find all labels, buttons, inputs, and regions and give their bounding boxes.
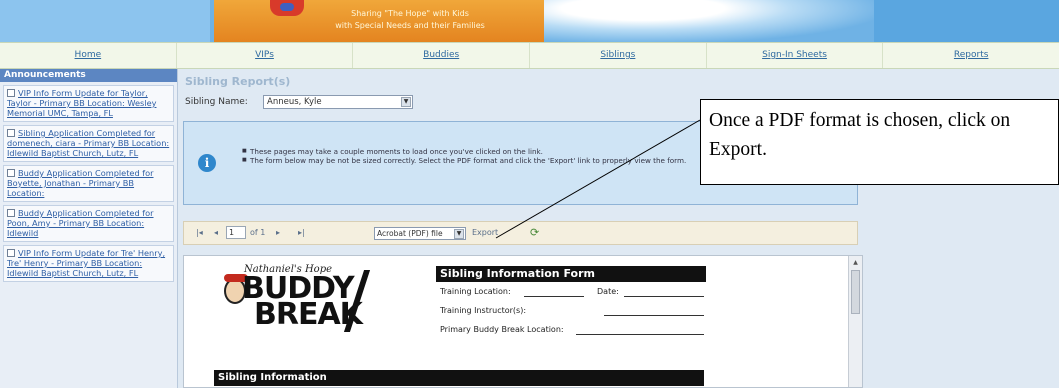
nav-buddies[interactable]: Buddies bbox=[353, 43, 531, 68]
announcement-text[interactable]: Sibling Application Completed for domene… bbox=[7, 128, 169, 158]
training-instructor-label: Training Instructor(s): bbox=[440, 306, 527, 315]
announcement-text[interactable]: VIP Info Form Update for Tre' Henry, Tre… bbox=[7, 248, 165, 278]
sibling-name-label: Sibling Name: bbox=[185, 97, 248, 107]
banner-wave-left bbox=[0, 0, 210, 42]
primary-location-rule bbox=[576, 334, 704, 335]
scroll-up-icon[interactable]: ▲ bbox=[851, 258, 860, 267]
announcement-item[interactable]: VIP Info Form Update for Taylor, Taylor … bbox=[3, 85, 174, 122]
refresh-icon[interactable]: ⟳ bbox=[530, 227, 539, 239]
report-toolbar: |◂ ◂ 1 of 1 ▸ ▸| Acrobat (PDF) file ▼ Ex… bbox=[183, 221, 858, 245]
announcement-item[interactable]: VIP Info Form Update for Tre' Henry, Tre… bbox=[3, 245, 174, 282]
next-page-button[interactable]: ▸ bbox=[276, 227, 280, 239]
tagline-line-2: with Special Needs and their Families bbox=[335, 21, 485, 30]
first-page-button[interactable]: |◂ bbox=[196, 227, 203, 239]
form-title: Sibling Information Form bbox=[436, 266, 706, 282]
announcement-item[interactable]: Buddy Application Completed for Poon, Am… bbox=[3, 205, 174, 242]
export-format-select[interactable]: Acrobat (PDF) file ▼ bbox=[374, 227, 466, 240]
announcement-item[interactable]: Sibling Application Completed for domene… bbox=[3, 125, 174, 162]
export-format-value: Acrobat (PDF) file bbox=[377, 229, 443, 238]
viewer-scrollbar[interactable]: ▲ bbox=[848, 256, 862, 387]
section-header: Sibling Information bbox=[214, 370, 704, 386]
info-icon: i bbox=[198, 154, 216, 172]
date-label: Date: bbox=[597, 287, 619, 296]
site-banner: Sharing "The Hope" with Kids with Specia… bbox=[0, 0, 1059, 42]
scroll-thumb[interactable] bbox=[851, 270, 860, 314]
instructor-rule bbox=[604, 315, 704, 316]
announcement-text[interactable]: Buddy Application Completed for Boyette,… bbox=[7, 168, 154, 198]
announcement-text[interactable]: Buddy Application Completed for Poon, Am… bbox=[7, 208, 154, 238]
page-number-input[interactable]: 1 bbox=[226, 226, 246, 239]
announcement-checkbox[interactable] bbox=[7, 209, 15, 217]
date-rule bbox=[624, 296, 704, 297]
export-link[interactable]: Export bbox=[472, 227, 498, 239]
nav-vips[interactable]: VIPs bbox=[177, 43, 354, 68]
nav-reports[interactable]: Reports bbox=[883, 43, 1059, 68]
nav-siblings[interactable]: Siblings bbox=[530, 43, 707, 68]
announcements-header: Announcements bbox=[0, 69, 177, 82]
training-location-rule bbox=[524, 296, 584, 297]
mascot-icon bbox=[270, 0, 304, 16]
announcement-text[interactable]: VIP Info Form Update for Taylor, Taylor … bbox=[7, 88, 156, 118]
primary-location-label: Primary Buddy Break Location: bbox=[440, 325, 564, 334]
banner-right bbox=[874, 0, 1059, 42]
instruction-callout: Once a PDF format is chosen, click on Ex… bbox=[700, 99, 1059, 185]
announcement-item[interactable]: Buddy Application Completed for Boyette,… bbox=[3, 165, 174, 202]
report-viewer[interactable]: Nathaniel's Hope BUDDY BREAK Sibling Inf… bbox=[183, 255, 863, 388]
prev-page-button[interactable]: ◂ bbox=[214, 227, 218, 239]
announcement-checkbox[interactable] bbox=[7, 129, 15, 137]
chevron-down-icon[interactable]: ▼ bbox=[401, 97, 411, 107]
announcement-checkbox[interactable] bbox=[7, 249, 15, 257]
tagline-line-1: Sharing "The Hope" with Kids bbox=[351, 9, 469, 18]
nav-sign-in-sheets[interactable]: Sign-In Sheets bbox=[707, 43, 884, 68]
nav-home[interactable]: Home bbox=[0, 43, 177, 68]
announcement-checkbox[interactable] bbox=[7, 169, 15, 177]
page-total-label: of 1 bbox=[250, 228, 266, 237]
sibling-name-value: Anneus, Kyle bbox=[267, 97, 322, 107]
announcements-sidebar: Announcements VIP Info Form Update for T… bbox=[0, 69, 178, 388]
sibling-name-select[interactable]: Anneus, Kyle ▼ bbox=[263, 95, 413, 109]
announcement-checkbox[interactable] bbox=[7, 89, 15, 97]
banner-tagline: Sharing "The Hope" with Kids with Specia… bbox=[300, 8, 520, 32]
main-nav: Home VIPs Buddies Siblings Sign-In Sheet… bbox=[0, 42, 1059, 69]
training-location-label: Training Location: bbox=[440, 287, 511, 296]
last-page-button[interactable]: ▸| bbox=[298, 227, 305, 239]
banner-swoosh bbox=[544, 0, 874, 42]
chevron-down-icon[interactable]: ▼ bbox=[454, 229, 464, 239]
buddy-break-logo: Nathaniel's Hope BUDDY BREAK bbox=[224, 264, 374, 342]
page-title: Sibling Report(s) bbox=[185, 75, 291, 88]
